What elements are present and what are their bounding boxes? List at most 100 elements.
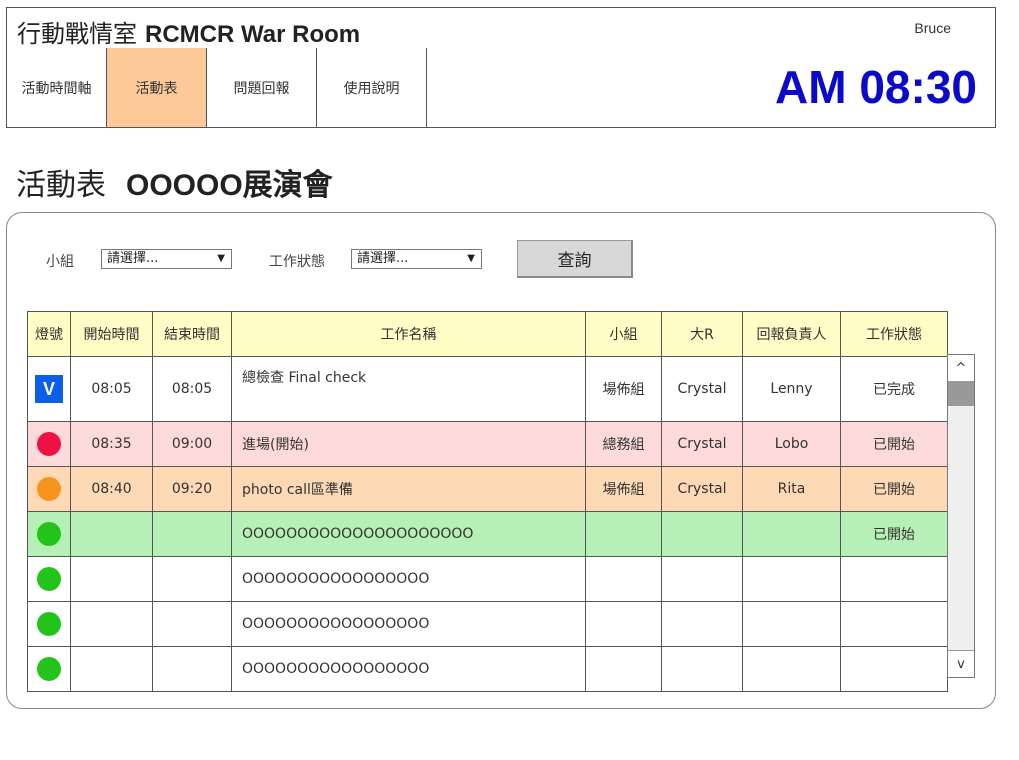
group-cell: 場佈組 [585, 466, 662, 512]
status-select-value: 請選擇... [357, 251, 409, 266]
start-time-cell [70, 601, 153, 647]
lamp-cell [27, 511, 71, 557]
table-row[interactable]: OOOOOOOOOOOOOOOOO [27, 601, 948, 647]
check-v-icon: V [35, 375, 63, 403]
status-cell [840, 601, 948, 647]
table-row[interactable]: 08:40 09:20 photo call區準備 場佈組 Crystal Ri… [27, 466, 948, 512]
col-end-time: 結束時間 [152, 311, 232, 357]
start-time-cell: 08:05 [70, 356, 153, 422]
green-lamp-icon [37, 657, 61, 681]
start-time-cell [70, 646, 153, 692]
tab-instructions[interactable]: 使用說明 [317, 48, 427, 127]
activity-table: 燈號 開始時間 結束時間 工作名稱 小組 大R 回報負責人 工作狀態 V 08:… [27, 311, 948, 692]
end-time-cell [152, 646, 232, 692]
end-time-cell: 08:05 [152, 356, 232, 422]
table-row[interactable]: OOOOOOOOOOOOOOOOOOOOO 已開始 [27, 511, 948, 557]
start-time-cell: 08:40 [70, 466, 153, 512]
owner-cell [661, 601, 743, 647]
status-cell [840, 556, 948, 602]
col-status: 工作狀態 [840, 311, 948, 357]
red-lamp-icon [37, 432, 61, 456]
end-time-cell: 09:00 [152, 421, 232, 467]
reporter-cell [742, 601, 841, 647]
user-name[interactable]: Bruce [914, 20, 951, 36]
owner-cell: Crystal [661, 421, 743, 467]
group-select-value: 請選擇... [107, 251, 159, 266]
end-time-cell: 09:20 [152, 466, 232, 512]
scroll-down-button[interactable]: v [948, 650, 974, 677]
table-row[interactable]: OOOOOOOOOOOOOOOOO [27, 646, 948, 692]
start-time-cell: 08:35 [70, 421, 153, 467]
dropdown-arrow-icon: ▼ [467, 253, 475, 264]
reporter-cell: Lenny [742, 356, 841, 422]
lamp-cell [27, 556, 71, 602]
green-lamp-icon [37, 522, 61, 546]
end-time-cell [152, 556, 232, 602]
group-select[interactable]: 請選擇... ▼ [101, 249, 232, 269]
lamp-cell [27, 466, 71, 512]
green-lamp-icon [37, 612, 61, 636]
col-task-name: 工作名稱 [231, 311, 586, 357]
scroll-thumb[interactable] [948, 382, 974, 406]
status-filter-label: 工作狀態 [269, 254, 325, 270]
col-lamp: 燈號 [27, 311, 71, 357]
lamp-cell: V [27, 356, 71, 422]
lamp-cell [27, 601, 71, 647]
activity-panel: 小組 請選擇... ▼ 工作狀態 請選擇... ▼ 查詢 燈號 開始時間 結束時… [6, 212, 996, 709]
reporter-cell [742, 556, 841, 602]
task-name-cell: OOOOOOOOOOOOOOOOO [231, 556, 586, 602]
table-row[interactable]: OOOOOOOOOOOOOOOOO [27, 556, 948, 602]
scroll-up-button[interactable]: ^ [948, 355, 974, 382]
table-row[interactable]: V 08:05 08:05 總檢查 Final check 場佈組 Crysta… [27, 356, 948, 422]
owner-cell: Crystal [661, 466, 743, 512]
col-reporter: 回報負責人 [742, 311, 841, 357]
start-time-cell [70, 556, 153, 602]
app-title-cn: 行動戰情室 [17, 20, 137, 48]
lamp-cell [27, 421, 71, 467]
col-start-time: 開始時間 [70, 311, 153, 357]
status-select[interactable]: 請選擇... ▼ [351, 249, 482, 269]
app-header: 行動戰情室 RCMCR War Room Bruce [6, 7, 996, 49]
task-name-cell: photo call區準備 [231, 466, 586, 512]
event-name: OOOOO展演會 [126, 169, 333, 202]
group-cell [585, 646, 662, 692]
end-time-cell [152, 511, 232, 557]
status-cell: 已開始 [840, 466, 948, 512]
group-cell: 場佈組 [585, 356, 662, 422]
app-title-en: RCMCR War Room [145, 21, 361, 48]
task-name-cell: 總檢查 Final check [231, 356, 586, 422]
status-cell: 已開始 [840, 421, 948, 467]
owner-cell [661, 646, 743, 692]
group-cell [585, 556, 662, 602]
lamp-cell [27, 646, 71, 692]
group-cell [585, 601, 662, 647]
col-owner: 大R [661, 311, 743, 357]
owner-cell [661, 511, 743, 557]
reporter-cell: Lobo [742, 421, 841, 467]
group-cell [585, 511, 662, 557]
green-lamp-icon [37, 567, 61, 591]
status-cell [840, 646, 948, 692]
reporter-cell [742, 646, 841, 692]
tab-issue-report[interactable]: 問題回報 [207, 48, 317, 127]
dropdown-arrow-icon: ▼ [217, 253, 225, 264]
end-time-cell [152, 601, 232, 647]
clock: AM 08:30 [775, 61, 977, 113]
start-time-cell [70, 511, 153, 557]
query-button[interactable]: 查詢 [517, 240, 633, 278]
owner-cell [661, 556, 743, 602]
table-header-row: 燈號 開始時間 結束時間 工作名稱 小組 大R 回報負責人 工作狀態 [27, 311, 948, 357]
app-title: 行動戰情室 RCMCR War Room [17, 14, 360, 49]
table-row[interactable]: 08:35 09:00 進場(開始) 總務組 Crystal Lobo 已開始 [27, 421, 948, 467]
task-name-cell: OOOOOOOOOOOOOOOOOOOOO [231, 511, 586, 557]
col-group: 小組 [585, 311, 662, 357]
table-scrollbar[interactable]: ^ v [947, 354, 975, 678]
reporter-cell [742, 511, 841, 557]
orange-lamp-icon [37, 477, 61, 501]
main-nav: 活動時間軸 活動表 問題回報 使用說明 AM 08:30 [6, 48, 996, 128]
tab-activity-table[interactable]: 活動表 [107, 48, 207, 127]
tab-timeline[interactable]: 活動時間軸 [7, 48, 107, 127]
group-cell: 總務組 [585, 421, 662, 467]
task-name-cell: OOOOOOOOOOOOOOOOO [231, 646, 586, 692]
owner-cell: Crystal [661, 356, 743, 422]
